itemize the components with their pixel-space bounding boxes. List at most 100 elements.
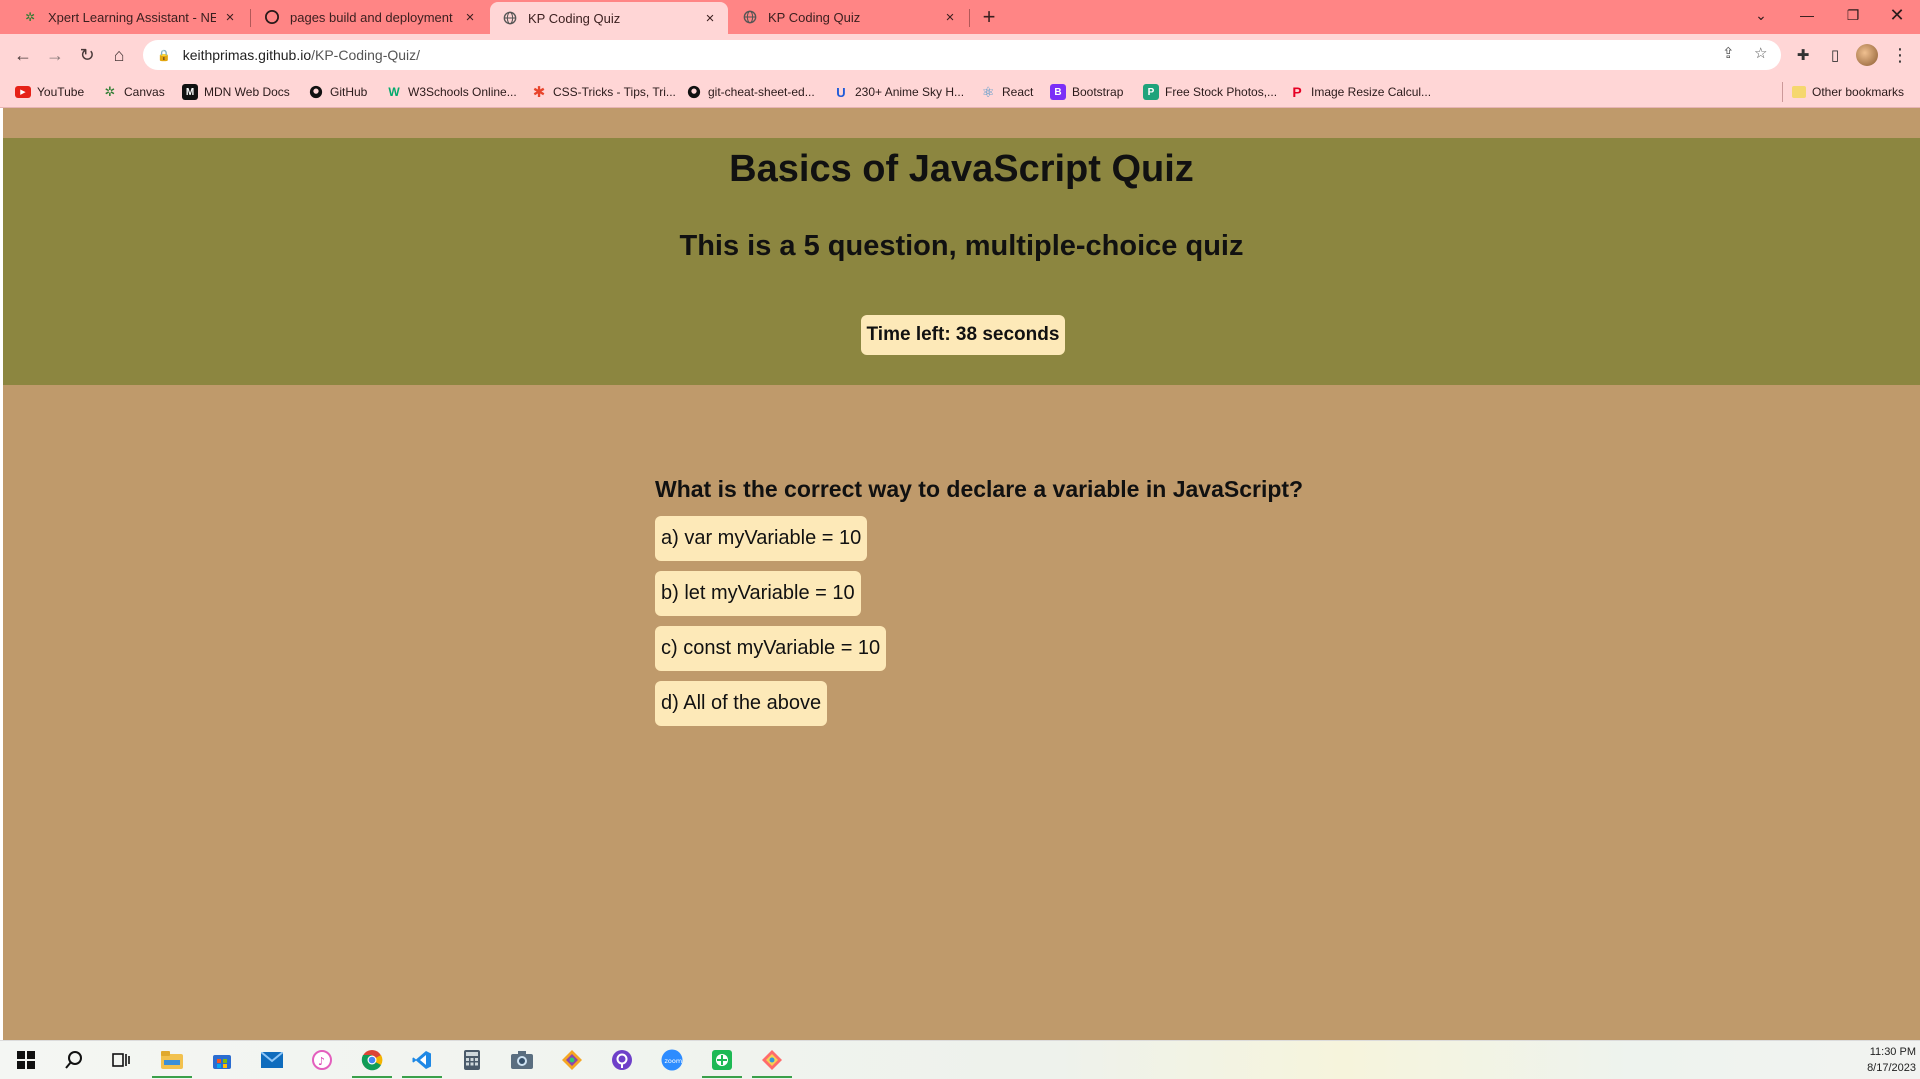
w3schools-icon: W [388,85,400,99]
tab-search-icon[interactable]: ⌄ [1738,0,1784,30]
windows-taskbar: ♪ zoom 11:30 PM 8/17/2023 [0,1040,1920,1079]
system-clock[interactable]: 11:30 PM 8/17/2023 [1867,1044,1916,1076]
tab-separator [250,9,251,27]
bookmark-canvas[interactable]: ✲ Canvas [102,83,165,101]
bookmark-star-icon[interactable]: ☆ [1754,44,1767,62]
canvas-icon: ✲ [104,84,116,99]
choice-b-button[interactable]: b) let myVariable = 10 [655,571,861,616]
vscode-icon[interactable] [402,1045,442,1078]
close-tab-icon[interactable]: × [702,10,718,27]
canvas-icon: ✲ [24,10,36,24]
tab-kp-quiz[interactable]: KP Coding Quiz × [730,2,968,32]
quiz-title: Basics of JavaScript Quiz [729,148,1194,190]
bookmark-git-cheat-sheet[interactable]: git-cheat-sheet-ed... [686,83,815,101]
github-icon [264,9,280,25]
microsoft-store-icon[interactable] [207,1045,237,1075]
bookmark-label: W3Schools Online... [408,85,517,99]
react-icon: ⚛ [981,83,995,100]
bookmark-bootstrap[interactable]: B Bootstrap [1050,83,1123,101]
bookmark-react[interactable]: ⚛ React [980,83,1034,101]
itunes-icon[interactable]: ♪ [307,1045,337,1075]
bookmark-label: git-cheat-sheet-ed... [708,85,815,99]
globe-icon [742,9,758,25]
bookmark-mdn[interactable]: M MDN Web Docs [182,83,290,101]
camera-icon[interactable] [507,1045,537,1075]
file-explorer-icon[interactable] [152,1045,192,1078]
youtube-icon: ▶ [15,86,31,98]
home-button[interactable]: ⌂ [105,41,133,69]
choice-c-button[interactable]: c) const myVariable = 10 [655,626,887,671]
bookmark-u-icon: U [836,84,846,100]
menu-icon[interactable]: ⋮ [1886,41,1914,69]
bookmark-free-stock-photos[interactable]: P Free Stock Photos,... [1143,83,1277,101]
bookmark-w3schools[interactable]: W W3Schools Online... [386,83,517,101]
mail-icon[interactable] [257,1045,287,1075]
bookmark-anime-sky[interactable]: U 230+ Anime Sky H... [833,83,964,101]
calculator-icon[interactable] [457,1045,487,1075]
bookmark-label: Free Stock Photos,... [1165,85,1278,99]
extensions-icon[interactable]: ✚ [1789,41,1817,69]
url-host: keithprimas.github.io [182,47,312,63]
mdn-icon: M [182,84,198,100]
other-bookmarks[interactable]: Other bookmarks [1792,83,1904,101]
bookmark-github[interactable]: GitHub [308,83,367,101]
reload-button[interactable]: ↻ [73,41,101,69]
tab-xpert[interactable]: ✲ Xpert Learning Assistant - NEW! × [0,2,248,32]
tab-kp-quiz-active[interactable]: KP Coding Quiz × [490,2,728,34]
bookmark-label: Bootstrap [1072,85,1124,99]
bookmark-csstricks[interactable]: ✱ CSS-Tricks - Tips, Tri... [531,83,676,101]
choice-a-button[interactable]: a) var myVariable = 10 [655,516,868,561]
tab-strip: ✲ Xpert Learning Assistant - NEW! × page… [0,0,1920,34]
tab-github[interactable]: pages build and deployment · ke × [252,2,488,32]
new-tab-button[interactable]: + [976,4,1002,29]
tab-title: Xpert Learning Assistant - NEW! [48,9,216,25]
address-bar[interactable]: 🔒 keithprimas.github.io/KP-Coding-Quiz/ [143,40,1781,70]
bookmark-image-resize[interactable]: P Image Resize Calcul... [1289,83,1431,101]
bookmark-label: Image Resize Calcul... [1311,85,1432,99]
page-viewport: Basics of JavaScript Quiz This is a 5 qu… [0,108,1920,1040]
bootstrap-icon: B [1050,84,1066,100]
task-view-icon[interactable] [106,1045,136,1075]
share-icon[interactable]: ⇪ [1722,44,1735,62]
bookmark-youtube[interactable]: ▶ YouTube [15,83,84,101]
close-window-button[interactable]: ✕ [1874,0,1920,30]
minimize-button[interactable]: — [1784,0,1830,30]
zoom-icon[interactable]: zoom [657,1045,687,1075]
github-desktop-icon[interactable] [607,1045,637,1075]
svg-text:♪: ♪ [318,1055,325,1068]
close-tab-icon[interactable]: × [942,9,958,26]
start-button[interactable] [11,1045,41,1075]
chrome-icon[interactable] [352,1045,392,1078]
lock-icon: 🔒 [157,49,171,62]
other-bookmarks-label: Other bookmarks [1812,85,1905,99]
restore-button[interactable]: ❐ [1830,0,1876,30]
gitkraken-icon[interactable] [557,1045,587,1075]
back-button[interactable]: ← [9,41,37,69]
clock-date: 8/17/2023 [1867,1062,1916,1074]
search-icon[interactable] [59,1045,89,1075]
tab-separator [969,9,970,27]
tab-title: KP Coding Quiz [768,9,861,25]
forward-button[interactable]: → [41,41,69,69]
bookmarks-divider [1782,82,1783,102]
timer-display: Time left: 38 seconds [861,315,1065,355]
bookmark-label: YouTube [37,85,85,99]
clock-time: 11:30 PM [1869,1046,1916,1058]
folder-icon [1792,86,1806,98]
gitkraken-alt-icon[interactable] [752,1045,792,1078]
globe-icon [502,10,518,26]
profile-avatar[interactable] [1856,44,1878,66]
github-icon [686,84,702,100]
close-tab-icon[interactable]: × [222,9,238,26]
close-tab-icon[interactable]: × [462,9,478,26]
side-panel-icon[interactable]: ▯ [1821,41,1849,69]
question-text: What is the correct way to declare a var… [655,476,1304,502]
url-path: /KP-Coding-Quiz/ [311,47,421,63]
photos-icon: P [1143,84,1159,100]
bookmarks-bar: ▶ YouTube ✲ Canvas M MDN Web Docs GitHub… [0,76,1920,108]
gitkraken-green-icon[interactable] [702,1045,742,1078]
bookmark-label: React [1002,85,1034,99]
pinterest-icon: P [1292,84,1302,100]
choice-d-button[interactable]: d) All of the above [655,681,828,726]
tab-title: KP Coding Quiz [528,10,621,26]
